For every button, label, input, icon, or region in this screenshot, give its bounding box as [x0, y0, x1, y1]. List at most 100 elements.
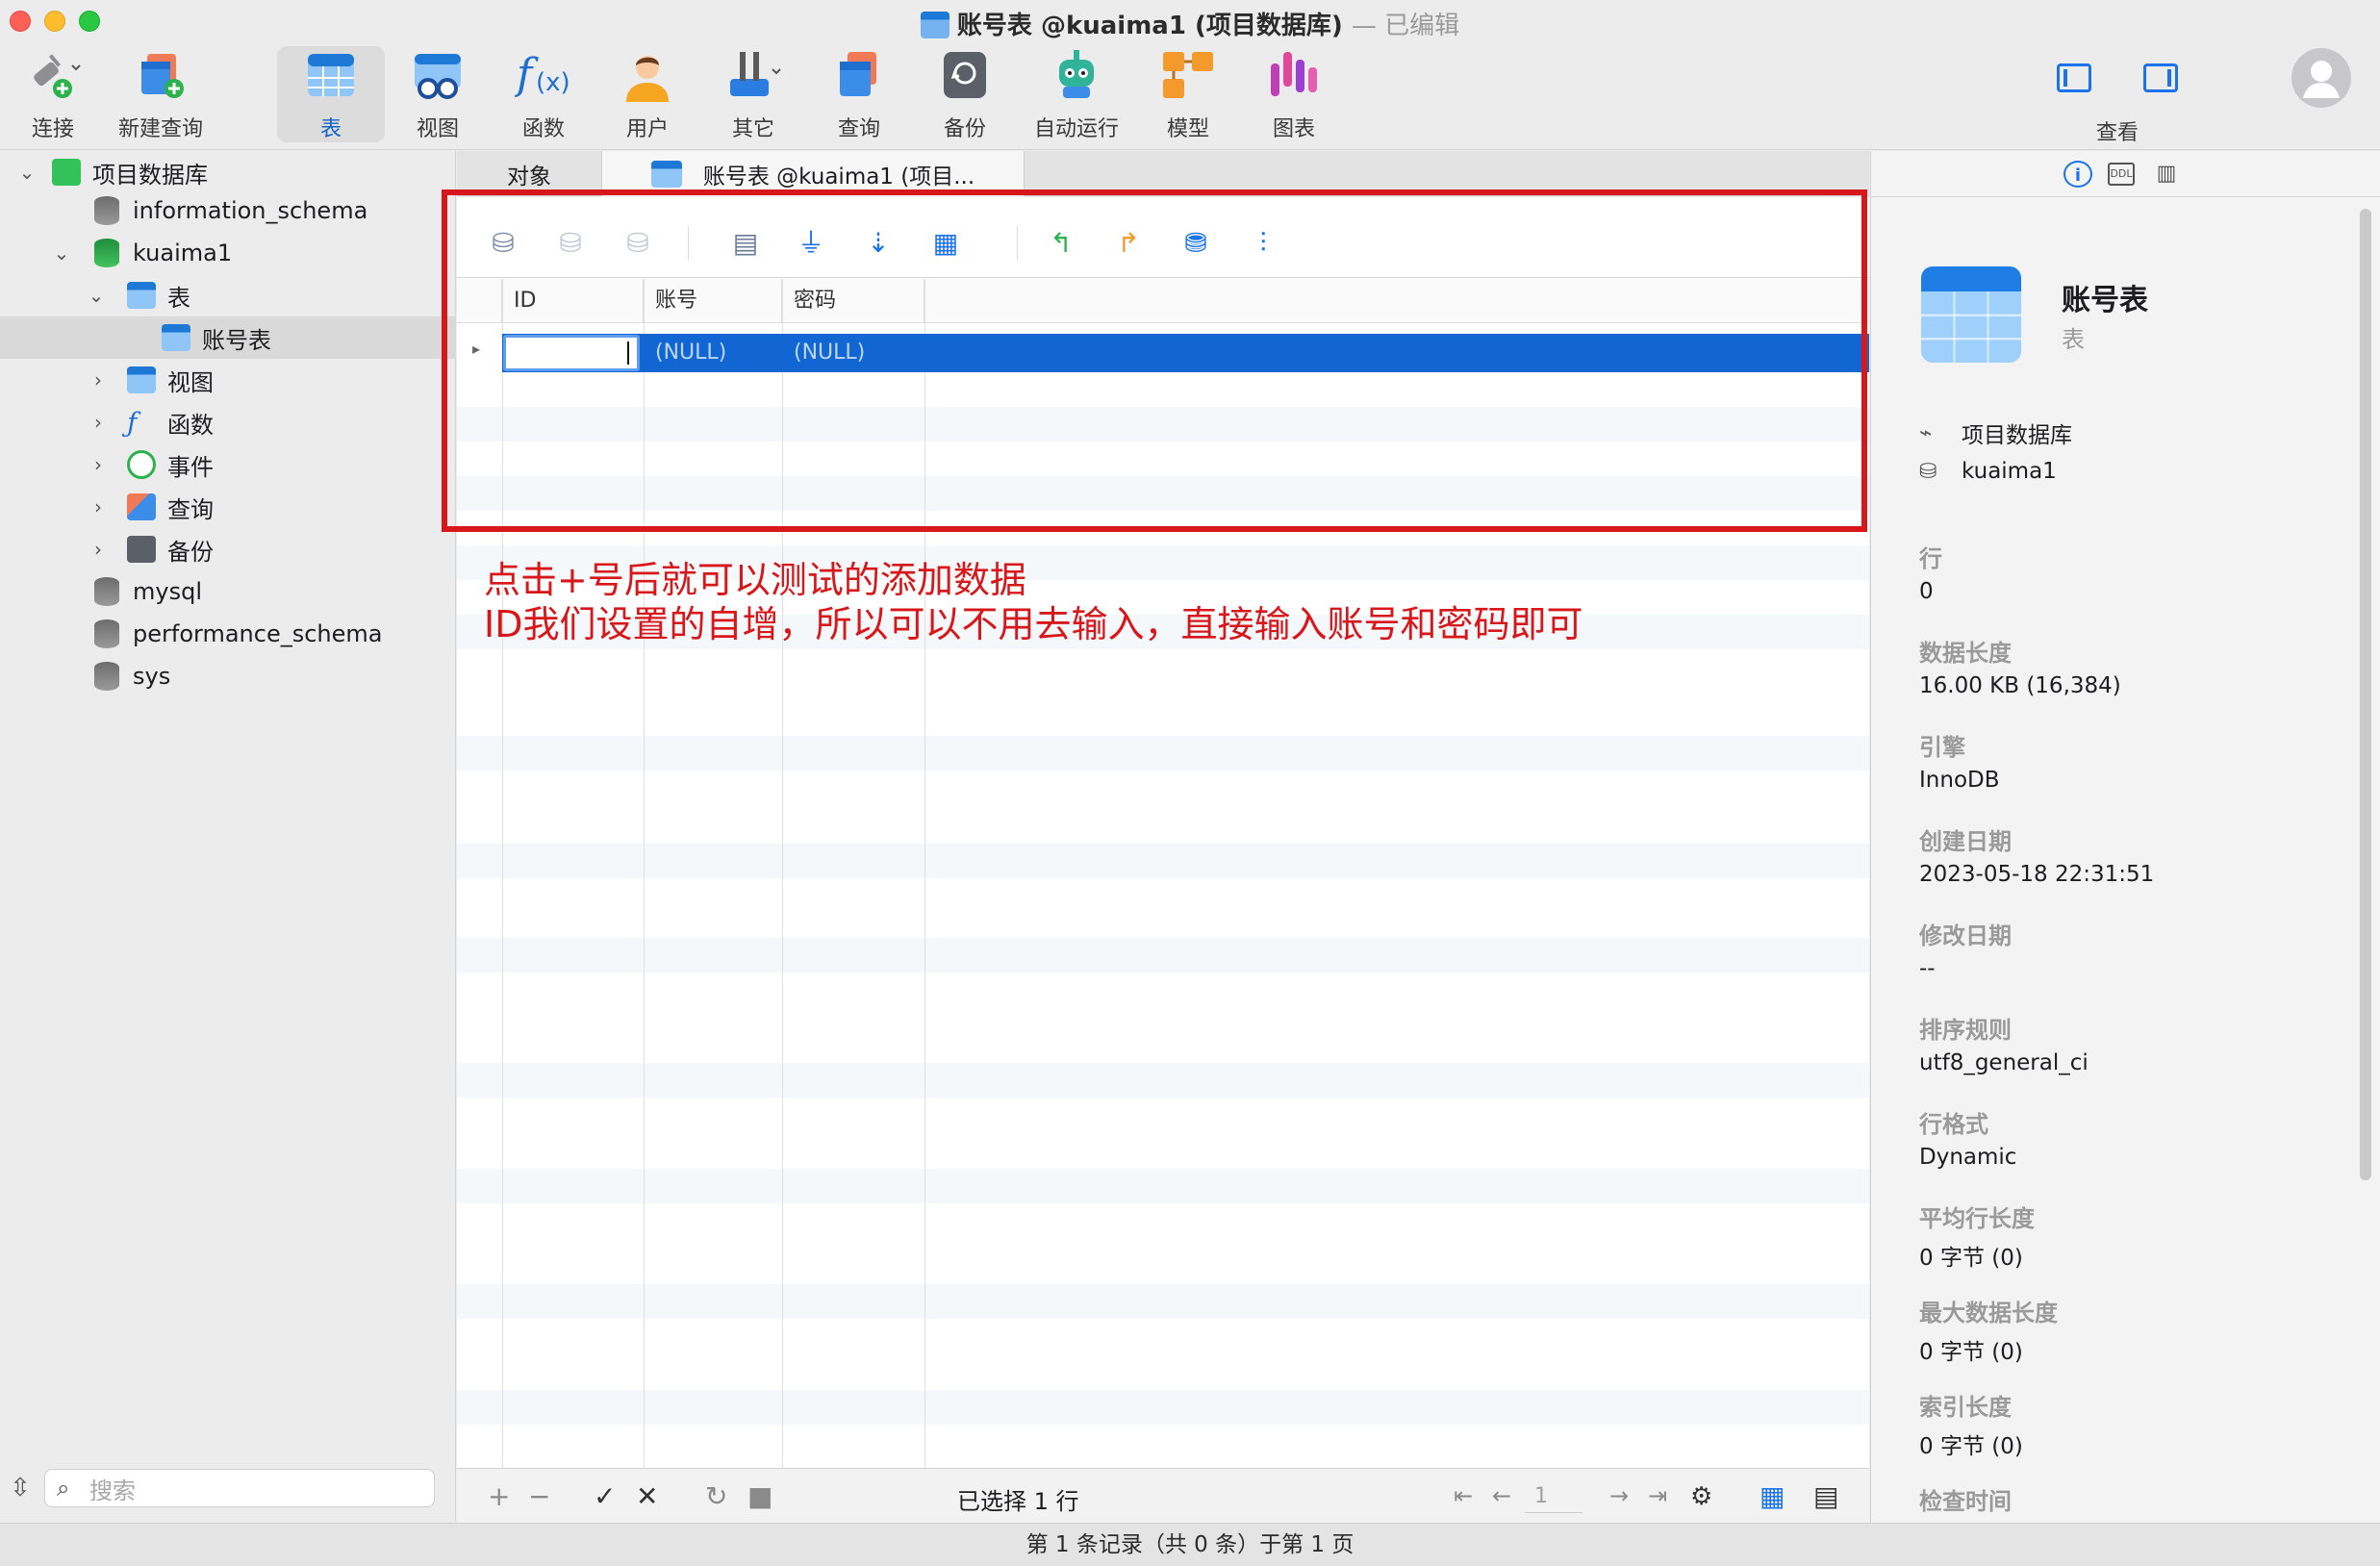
info-prop-index-length: 索引长度 0 字节 (0) — [1919, 1394, 2023, 1459]
grid-columns-icon[interactable]: ▦ — [928, 226, 963, 261]
sidebar-item-backups[interactable]: › 备份 — [0, 528, 456, 570]
sidebar-item-information-schema[interactable]: information_schema — [0, 189, 456, 232]
profile-chart-icon[interactable]: ⫶ — [1246, 226, 1280, 261]
cell-account[interactable]: (NULL) — [644, 334, 782, 372]
gear-icon[interactable]: ⚙ — [1690, 1482, 1712, 1511]
sidebar-item-sys[interactable]: sys — [0, 655, 456, 697]
rollback-icon[interactable]: ⛁ — [620, 226, 655, 261]
database-icon — [94, 239, 119, 267]
begin-transaction-icon[interactable]: ⛁ — [486, 226, 520, 261]
sort-icon[interactable]: ⇣ — [861, 226, 896, 261]
discard-changes-icon[interactable]: ✕ — [636, 1480, 658, 1512]
model-icon — [1159, 46, 1217, 104]
title-toolbar: 账号表 @kuaima1 (项目数据库) — 已编辑 连接 新建查询 表 视图 … — [0, 0, 2380, 150]
sidebar-item-mysql[interactable]: mysql — [0, 570, 456, 613]
info-panel-scrollbar[interactable] — [2360, 209, 2371, 1180]
toggle-right-pane-button[interactable] — [2143, 63, 2178, 92]
sidebar-item-performance-schema[interactable]: performance_schema — [0, 613, 456, 655]
window-title: 账号表 @kuaima1 (项目数据库) — 已编辑 — [0, 6, 2380, 41]
chevron-down-icon[interactable]: ⌄ — [15, 161, 38, 184]
tab-bar: 对象 账号表 @kuaima1 (项目... — [457, 151, 1869, 196]
column-divider — [924, 279, 925, 1468]
delete-row-icon[interactable]: − — [528, 1480, 550, 1512]
table-icon — [1921, 266, 2021, 363]
grid-view-icon[interactable]: ▦ — [1760, 1480, 1785, 1512]
chart-icon — [1265, 46, 1323, 104]
chevron-down-icon[interactable]: ⌄ — [50, 241, 73, 265]
new-query-icon — [132, 46, 190, 104]
last-page-icon[interactable]: ⇥ — [1648, 1482, 1667, 1509]
toolbar-table-button[interactable]: 表 — [277, 46, 385, 142]
form-view-icon[interactable]: ▤ — [1813, 1480, 1838, 1512]
sidebar-item-tables[interactable]: ⌄ 表 — [0, 274, 456, 316]
info-prop-max-data-length: 最大数据长度 0 字节 (0) — [1919, 1300, 2058, 1365]
sidebar-search-input[interactable]: ⌕ 搜索 — [44, 1469, 435, 1507]
column-header-password[interactable]: 密码 — [782, 279, 924, 323]
chevron-right-icon[interactable]: › — [87, 495, 110, 518]
info-icon[interactable]: i — [2064, 161, 2092, 188]
cell-id-editor[interactable] — [503, 335, 640, 371]
column-divider — [502, 279, 503, 1468]
sidebar-item-kuaima1[interactable]: ⌄ kuaima1 — [0, 232, 456, 274]
toolbar-automation-button[interactable]: 自动运行 — [1024, 46, 1129, 142]
toolbar-model-button[interactable]: 模型 — [1135, 46, 1241, 142]
grid-empty-row — [457, 1284, 1869, 1319]
toolbar-chart-button[interactable]: 图表 — [1241, 46, 1347, 142]
sidebar-item-connection[interactable]: ⌄ 项目数据库 — [0, 151, 456, 193]
function-icon: f (x) — [514, 46, 572, 104]
sidebar-item-views[interactable]: › 视图 — [0, 359, 456, 401]
chevron-down-icon[interactable]: ⌄ — [85, 284, 108, 307]
apply-changes-icon[interactable]: ✓ — [594, 1480, 616, 1512]
toolbar-query-button[interactable]: 查询 — [806, 46, 912, 142]
cell-password[interactable]: (NULL) — [782, 334, 924, 372]
preview-layout-icon[interactable]: ▥ — [2152, 161, 2181, 188]
add-row-icon[interactable]: + — [488, 1480, 510, 1512]
column-header-account[interactable]: 账号 — [644, 279, 782, 323]
toolbar-view-button[interactable]: 视图 — [385, 46, 491, 142]
text-view-icon[interactable]: ▤ — [728, 226, 763, 261]
table-icon — [127, 282, 156, 309]
svg-text:(x): (x) — [536, 68, 570, 97]
row-header-corner — [457, 279, 502, 323]
chevron-right-icon[interactable]: › — [87, 538, 110, 561]
filter-icon[interactable]: ⏚ — [794, 226, 828, 261]
tab-objects[interactable]: 对象 — [457, 151, 601, 196]
table-row[interactable]: (NULL) (NULL) — [502, 334, 1869, 372]
toolbar-connect-button[interactable]: 连接 — [0, 46, 106, 142]
next-page-icon[interactable]: → — [1609, 1482, 1629, 1509]
toolbar-new-query-button[interactable]: 新建查询 — [108, 46, 214, 142]
grid-empty-row — [457, 476, 1869, 511]
clock-icon — [127, 450, 156, 479]
toggle-left-pane-button[interactable] — [2057, 63, 2091, 92]
toolbar-backup-button[interactable]: 备份 — [912, 46, 1018, 142]
page-number-input[interactable]: 1 — [1525, 1480, 1582, 1513]
export-icon[interactable]: ↱ — [1111, 226, 1146, 261]
ddl-icon[interactable]: DDL — [2108, 163, 2135, 186]
filter-icon[interactable]: ⇳ — [10, 1474, 31, 1503]
toolbar-other-button[interactable]: 其它 — [700, 46, 806, 142]
commit-icon[interactable]: ⛁ — [553, 226, 588, 261]
import-icon[interactable]: ↰ — [1044, 226, 1078, 261]
previous-page-icon[interactable]: ← — [1492, 1482, 1511, 1509]
sidebar-item-functions[interactable]: › ƒ 函数 — [0, 401, 456, 443]
chevron-right-icon[interactable]: › — [87, 368, 110, 392]
toolbar-user-button[interactable]: 用户 — [595, 46, 700, 142]
sidebar-item-account-table[interactable]: 账号表 — [0, 316, 456, 359]
sidebar-item-events[interactable]: › 事件 — [0, 443, 456, 486]
column-header-id[interactable]: ID — [502, 279, 644, 323]
database-icon — [94, 662, 119, 691]
info-prop-engine: 引擎 InnoDB — [1919, 734, 2000, 793]
grid-empty-row — [457, 938, 1869, 972]
selection-status: 已选择 1 行 — [957, 1488, 1079, 1515]
data-generator-icon[interactable]: ⛃ — [1178, 226, 1213, 261]
chevron-right-icon[interactable]: › — [87, 453, 110, 476]
refresh-icon[interactable]: ↻ — [705, 1480, 727, 1512]
stop-icon[interactable]: ■ — [747, 1480, 772, 1512]
status-bar: 第 1 条记录（共 0 条）于第 1 页 — [0, 1523, 2380, 1566]
tab-account-table[interactable]: 账号表 @kuaima1 (项目... — [601, 151, 1025, 196]
sidebar-item-queries[interactable]: › 查询 — [0, 486, 456, 528]
chevron-right-icon[interactable]: › — [87, 411, 110, 434]
avatar[interactable] — [2291, 48, 2351, 108]
first-page-icon[interactable]: ⇤ — [1454, 1482, 1473, 1509]
toolbar-function-button[interactable]: f (x) 函数 — [491, 46, 596, 142]
